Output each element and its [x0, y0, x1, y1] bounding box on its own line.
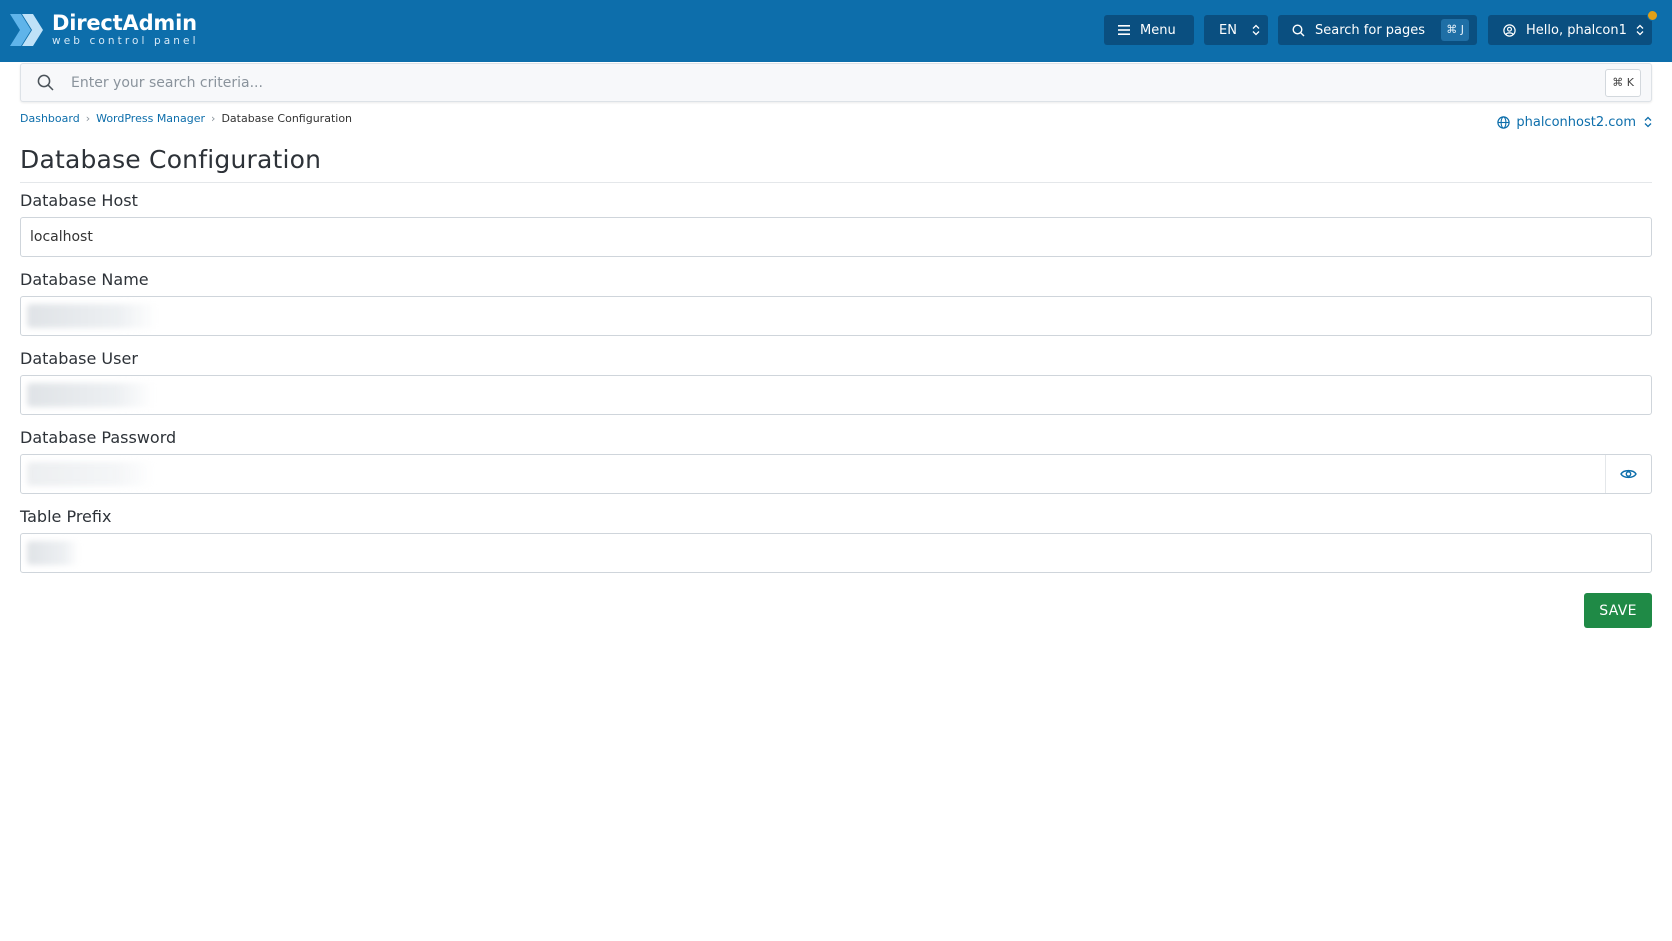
database-host-label: Database Host [20, 191, 138, 210]
hamburger-icon [1118, 25, 1130, 35]
database-name-label: Database Name [20, 270, 149, 289]
search-icon [37, 74, 54, 91]
database-name-field [20, 296, 1652, 336]
database-password-label: Database Password [20, 428, 177, 447]
logo-title: DirectAdmin [52, 11, 197, 36]
language-select[interactable]: EN [1204, 15, 1268, 45]
table-prefix-label: Table Prefix [20, 507, 112, 526]
search-pages-button[interactable]: Search for pages ⌘ J [1278, 15, 1477, 45]
chevron-right-icon: › [85, 111, 91, 125]
breadcrumb-dashboard[interactable]: Dashboard [20, 112, 80, 125]
database-host-input[interactable] [30, 226, 1610, 248]
database-user-label: Database User [20, 349, 138, 368]
database-name-input[interactable] [30, 305, 1610, 327]
search-input[interactable] [71, 71, 1571, 95]
top-bar: DirectAdmin web control panel Menu EN Se… [0, 0, 1672, 62]
notification-dot[interactable] [1647, 10, 1658, 21]
directadmin-logo-icon [10, 14, 43, 46]
search-shortcut: ⌘ K [1605, 69, 1641, 97]
database-password-field [20, 454, 1652, 494]
title-divider [20, 182, 1652, 183]
menu-label: Menu [1140, 22, 1176, 38]
breadcrumb-wordpress-manager[interactable]: WordPress Manager [96, 112, 205, 125]
search-icon [1292, 23, 1305, 36]
globe-icon [1497, 115, 1511, 129]
table-prefix-field [20, 533, 1652, 573]
user-circle-icon [1503, 23, 1516, 37]
table-prefix-input[interactable] [30, 542, 1610, 564]
database-user-input[interactable] [30, 384, 1610, 406]
domain-value: phalconhost2.com [1516, 114, 1636, 130]
menu-button[interactable]: Menu [1104, 15, 1194, 45]
search-pages-label: Search for pages [1315, 22, 1426, 38]
chevron-right-icon: › [211, 111, 216, 125]
global-search: ⌘ K [20, 63, 1652, 102]
database-user-field [20, 375, 1652, 415]
page-title: Database Configuration [20, 145, 322, 174]
search-pages-shortcut: ⌘ J [1441, 19, 1469, 41]
logo[interactable]: DirectAdmin web control panel [10, 9, 199, 51]
eye-icon [1620, 469, 1637, 479]
chevron-updown-icon [1644, 116, 1652, 128]
database-host-field [20, 217, 1652, 257]
user-greeting: Hello, phalcon1 [1526, 22, 1627, 38]
database-password-input[interactable] [30, 463, 1560, 485]
domain-selector[interactable]: phalconhost2.com [1497, 114, 1652, 130]
user-menu-button[interactable]: Hello, phalcon1 [1488, 15, 1652, 45]
chevron-updown-icon [1636, 24, 1644, 36]
save-button[interactable]: SAVE [1584, 593, 1652, 628]
breadcrumb: Dashboard › WordPress Manager › Database… [20, 111, 352, 125]
language-label: EN [1219, 22, 1237, 38]
chevron-updown-icon [1252, 24, 1260, 36]
toggle-password-visibility[interactable] [1605, 455, 1651, 493]
logo-subtitle: web control panel [52, 35, 199, 48]
breadcrumb-current: Database Configuration [221, 111, 353, 125]
